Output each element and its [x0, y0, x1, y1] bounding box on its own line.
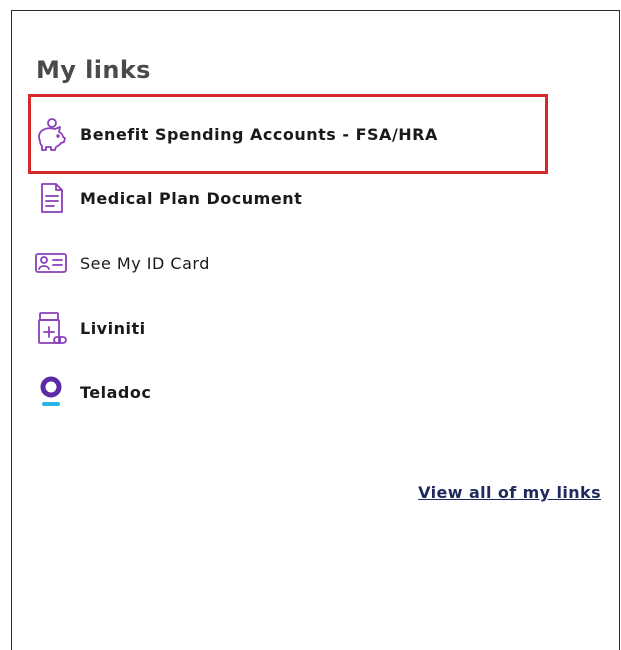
view-all-links-link[interactable]: View all of my links — [418, 483, 601, 502]
link-benefit-spending-accounts[interactable]: Benefit Spending Accounts - FSA/HRA — [34, 117, 438, 151]
link-label: Medical Plan Document — [80, 188, 303, 208]
piggy-bank-icon — [34, 117, 68, 151]
link-see-my-id-card[interactable]: See My ID Card — [34, 246, 210, 280]
panel-title: My links — [36, 56, 151, 84]
id-card-icon — [34, 246, 68, 280]
link-teladoc[interactable]: Teladoc — [34, 375, 151, 409]
link-liviniti[interactable]: Liviniti — [34, 311, 146, 345]
link-label: Liviniti — [80, 318, 146, 338]
pharmacy-bottle-icon — [34, 311, 68, 345]
link-label: Benefit Spending Accounts - FSA/HRA — [80, 124, 438, 144]
teladoc-logo-icon — [34, 375, 68, 409]
my-links-panel: My links Benefit Spending Accounts - FSA… — [11, 10, 620, 650]
link-medical-plan-document[interactable]: Medical Plan Document — [34, 181, 302, 215]
link-label: See My ID Card — [80, 253, 210, 273]
link-label: Teladoc — [80, 382, 152, 402]
document-icon — [34, 181, 68, 215]
